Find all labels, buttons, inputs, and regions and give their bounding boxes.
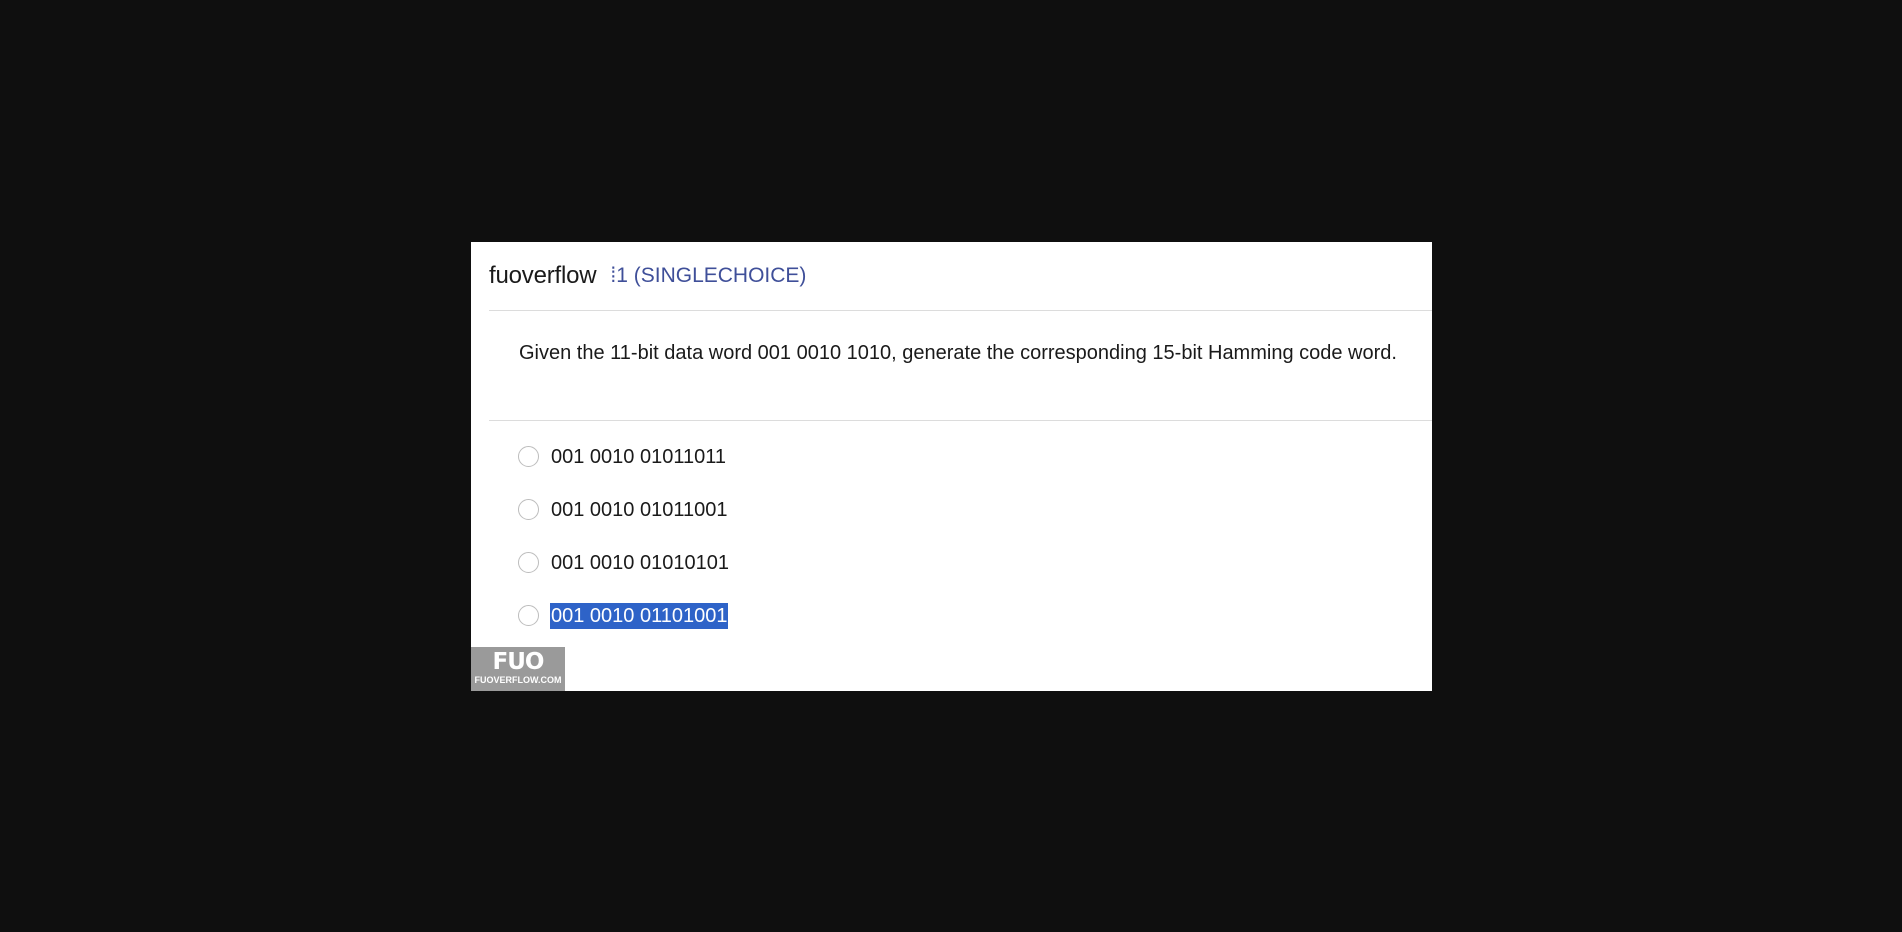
question-text: Given the 11-bit data word 001 0010 1010… <box>519 342 1397 364</box>
question-card: fuoverflow ⁞1 (SINGLECHOICE) Given the 1… <box>471 242 1432 691</box>
question-section: Given the 11-bit data word 001 0010 1010… <box>489 310 1432 421</box>
screen-backdrop: fuoverflow ⁞1 (SINGLECHOICE) Given the 1… <box>0 0 1902 932</box>
watermark-logo-text: FUO <box>492 649 545 675</box>
radio-button[interactable] <box>518 446 539 467</box>
watermark-site-text: FUOVERFLOW.COM <box>474 675 562 685</box>
answer-option[interactable]: 001 0010 01011011 <box>518 444 730 497</box>
brand-name: fuoverflow <box>489 262 597 289</box>
answer-option-label[interactable]: 001 0010 01010101 <box>550 550 730 576</box>
answer-option[interactable]: 001 0010 01011001 <box>518 497 730 550</box>
radio-button[interactable] <box>518 605 539 626</box>
question-type-label: ⁞1 (SINGLECHOICE) <box>610 264 807 287</box>
answer-option-label[interactable]: 001 0010 01011011 <box>550 444 727 470</box>
radio-button[interactable] <box>518 552 539 573</box>
question-header: fuoverflow ⁞1 (SINGLECHOICE) <box>489 242 1432 311</box>
answer-option[interactable]: 001 0010 01010101 <box>518 550 730 603</box>
radio-button[interactable] <box>518 499 539 520</box>
answer-options: 001 0010 01011011 001 0010 01011001 001 … <box>518 444 730 656</box>
answer-option-label-highlighted[interactable]: 001 0010 01101001 <box>550 603 729 629</box>
answer-option-label[interactable]: 001 0010 01011001 <box>550 497 728 523</box>
watermark-logo: FUO FUOVERFLOW.COM <box>471 647 565 691</box>
